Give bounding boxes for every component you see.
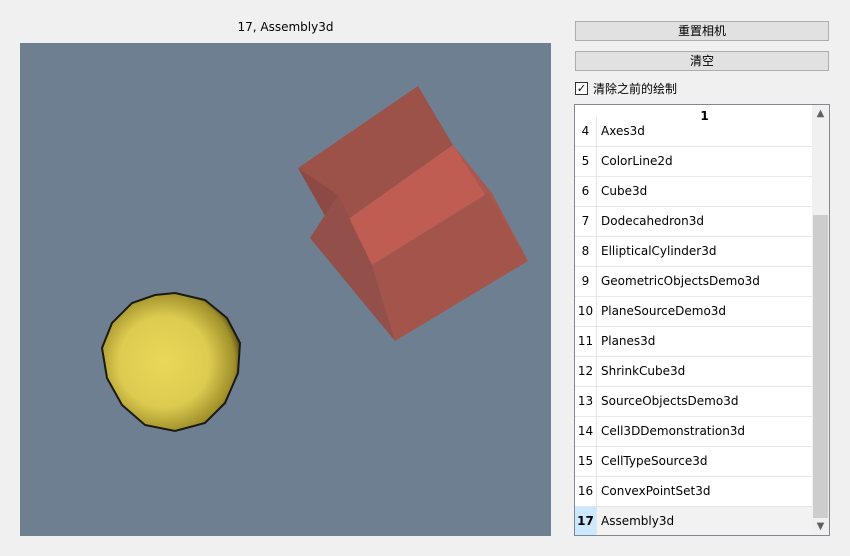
table-row[interactable]: 17 Assembly3d [575,507,812,535]
row-number: 13 [575,387,597,416]
row-number: 16 [575,477,597,506]
row-number: 7 [575,207,597,236]
table-row[interactable]: 11 Planes3d [575,327,812,357]
sphere-object [100,291,242,433]
table-row[interactable]: 12 ShrinkCube3d [575,357,812,387]
clear-previous-option[interactable]: ✓ 清除之前的绘制 [575,80,677,96]
row-demo-name: Planes3d [601,334,656,348]
demo-list-table[interactable]: 4 Axes3d 5 ColorLine2d 6 Cube3d 7 Dodecahedron3… [574,104,830,536]
row-number: 14 [575,417,597,446]
row-demo-name: ShrinkCube3d [601,364,686,378]
row-number: 8 [575,237,597,266]
row-number: 5 [575,147,597,176]
cube-object [298,86,528,341]
demo-list-rows: 4 Axes3d 5 ColorLine2d 6 Cube3d 7 Dodecahedron3… [575,117,812,535]
row-demo-name: ConvexPointSet3d [601,484,711,498]
table-row[interactable]: 6 Cube3d [575,177,812,207]
scene-canvas [100,86,528,433]
table-row[interactable]: 7 Dodecahedron3d [575,207,812,237]
row-number: 17 [575,507,597,535]
row-demo-name: Assembly3d [597,507,812,535]
clear-previous-label: 清除之前的绘制 [593,81,678,96]
row-number: 4 [575,117,597,146]
row-demo-name: PlaneSourceDemo3d [601,304,727,318]
row-number: 12 [575,357,597,386]
table-row[interactable]: 15 CellTypeSource3d [575,447,812,477]
row-demo-name: EllipticalCylinder3d [601,244,717,258]
scroll-up-icon[interactable]: ▲ [812,105,829,122]
clear-previous-checkbox[interactable]: ✓ [575,81,588,95]
vertical-scrollbar[interactable]: ▲ ▼ [812,105,829,535]
table-row[interactable]: 8 EllipticalCylinder3d [575,237,812,267]
row-number: 10 [575,297,597,326]
row-demo-name: Cell3DDemonstration3d [601,424,746,438]
row-number: 15 [575,447,597,476]
table-row[interactable]: 5 ColorLine2d [575,147,812,177]
row-number: 6 [575,177,597,206]
render-viewport[interactable] [20,43,551,536]
row-demo-name: GeometricObjectsDemo3d [601,274,760,288]
row-number: 11 [575,327,597,356]
row-number: 9 [575,267,597,296]
row-demo-name: SourceObjectsDemo3d [601,394,739,408]
scroll-down-icon[interactable]: ▼ [812,518,829,535]
table-row[interactable]: 9 GeometricObjectsDemo3d [575,267,812,297]
scroll-thumb[interactable] [813,215,828,518]
table-row[interactable]: 16 ConvexPointSet3d [575,477,812,507]
row-demo-name: ColorLine2d [601,154,673,168]
table-row[interactable]: 10 PlaneSourceDemo3d [575,297,812,327]
row-demo-name: CellTypeSource3d [601,454,708,468]
row-demo-name: Cube3d [601,184,648,198]
row-demo-name: Dodecahedron3d [601,214,705,228]
reset-camera-button[interactable]: 重置相机 [575,21,829,41]
table-row[interactable]: 14 Cell3DDemonstration3d [575,417,812,447]
table-row[interactable]: 13 SourceObjectsDemo3d [575,387,812,417]
viewport-title: 17, Assembly3d [237,20,334,34]
clear-button[interactable]: 清空 [575,51,829,71]
table-column-header: 1 [700,109,709,123]
